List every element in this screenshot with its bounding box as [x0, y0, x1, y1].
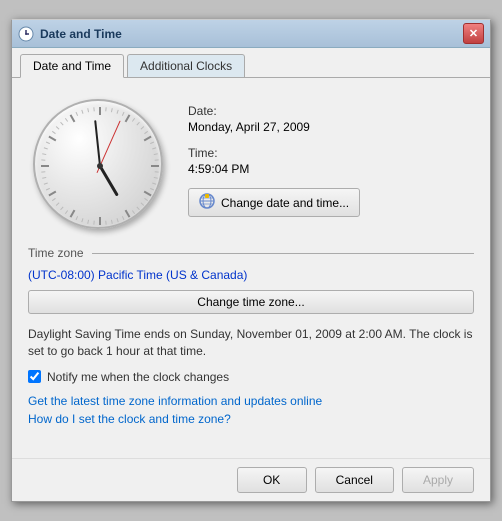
notify-label: Notify me when the clock changes	[47, 370, 229, 384]
title-bar: Date and Time ✕	[12, 20, 490, 48]
apply-button[interactable]: Apply	[402, 467, 474, 493]
datetime-info: Date: Monday, April 27, 2009 Time: 4:59:…	[188, 94, 474, 217]
tab-date-and-time[interactable]: Date and Time	[20, 54, 124, 78]
analog-clock	[28, 94, 168, 234]
clock-face	[33, 99, 163, 229]
timezone-section-label: Time zone	[28, 246, 84, 260]
tab-content: Date: Monday, April 27, 2009 Time: 4:59:…	[12, 78, 490, 458]
tab-additional-clocks[interactable]: Additional Clocks	[127, 54, 245, 77]
ok-button[interactable]: OK	[237, 467, 307, 493]
cancel-button[interactable]: Cancel	[315, 467, 394, 493]
change-timezone-button[interactable]: Change time zone...	[28, 290, 474, 314]
link-set-clock[interactable]: How do I set the clock and time zone?	[28, 412, 474, 426]
dst-notice: Daylight Saving Time ends on Sunday, Nov…	[28, 326, 474, 360]
link-timezone-info[interactable]: Get the latest time zone information and…	[28, 394, 474, 408]
timezone-value: (UTC-08:00) Pacific Time (US & Canada)	[28, 268, 474, 282]
timezone-section-header: Time zone	[28, 246, 474, 260]
window-title: Date and Time	[40, 27, 463, 41]
window-icon	[18, 26, 34, 42]
timezone-divider	[92, 253, 474, 254]
globe-icon	[199, 193, 215, 212]
main-area: Date: Monday, April 27, 2009 Time: 4:59:…	[28, 94, 474, 234]
date-label: Date:	[188, 104, 474, 118]
time-value: 4:59:04 PM	[188, 162, 474, 176]
notify-checkbox-row: Notify me when the clock changes	[28, 370, 474, 384]
change-datetime-button[interactable]: Change date and time...	[188, 188, 360, 217]
time-label: Time:	[188, 146, 474, 160]
tab-bar: Date and Time Additional Clocks	[12, 48, 490, 78]
change-datetime-label: Change date and time...	[221, 196, 349, 210]
links-section: Get the latest time zone information and…	[28, 394, 474, 426]
date-value: Monday, April 27, 2009	[188, 120, 474, 134]
main-window: Date and Time ✕ Date and Time Additional…	[11, 19, 491, 502]
close-button[interactable]: ✕	[463, 23, 484, 44]
button-bar: OK Cancel Apply	[12, 458, 490, 501]
notify-checkbox[interactable]	[28, 370, 41, 383]
